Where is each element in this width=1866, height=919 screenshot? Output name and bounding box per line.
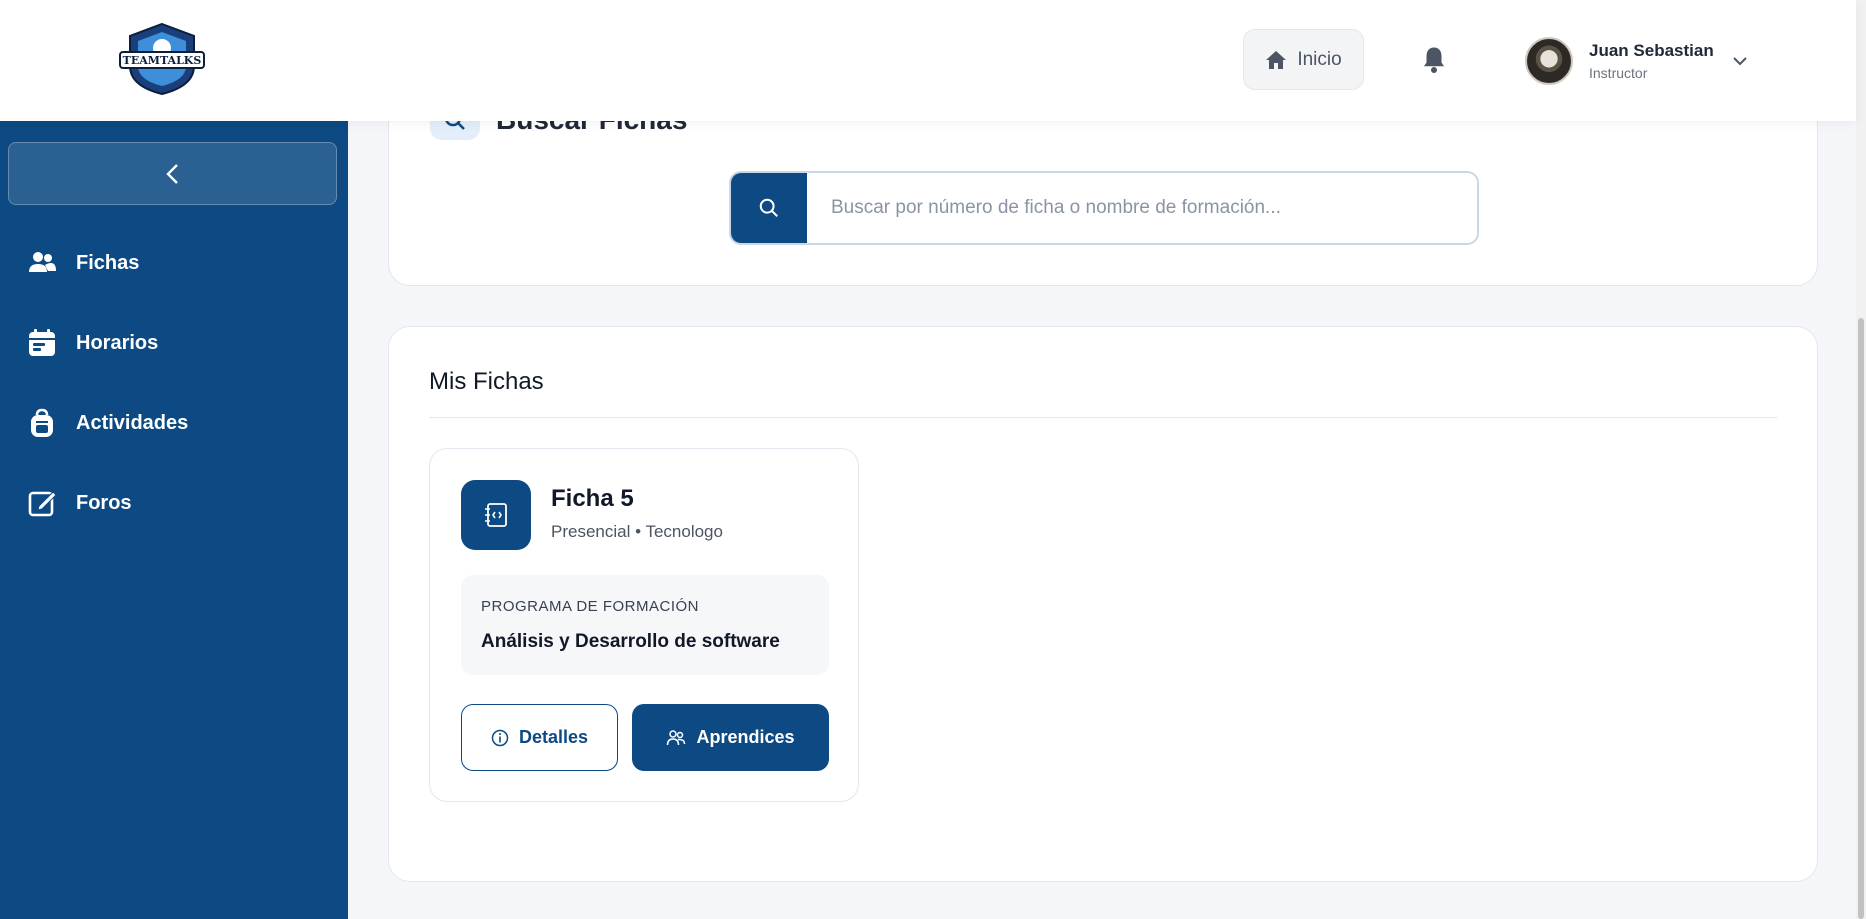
sidebar-item-horarios[interactable]: Horarios xyxy=(26,323,158,363)
svg-text:TEAMTALKS: TEAMTALKS xyxy=(123,54,202,67)
info-icon xyxy=(491,729,509,746)
home-button[interactable]: Inicio xyxy=(1243,29,1364,90)
sidebar-item-label: Fichas xyxy=(76,251,140,274)
search-box xyxy=(729,171,1479,245)
home-icon xyxy=(1266,50,1287,69)
chevron-left-icon xyxy=(165,163,178,184)
top-header: TEAMTALKS Inicio Juan Sebastian Instruct… xyxy=(0,0,1856,121)
bell-icon[interactable] xyxy=(1419,45,1449,75)
backpack-icon xyxy=(31,408,53,437)
user-role: Instructor xyxy=(1589,65,1648,81)
search-input[interactable] xyxy=(807,173,1477,243)
ficha-name: Ficha 5 xyxy=(551,485,634,512)
search-icon xyxy=(759,198,778,217)
avatar xyxy=(1525,37,1573,85)
program-name: Análisis y Desarrollo de software xyxy=(481,631,780,652)
user-menu[interactable]: Juan Sebastian Instructor xyxy=(1525,35,1750,87)
search-button[interactable] xyxy=(731,173,807,243)
calendar-icon xyxy=(29,329,55,356)
learners-label: Aprendices xyxy=(696,727,795,747)
home-label: Inicio xyxy=(1297,48,1342,70)
program-box: PROGRAMA DE FORMACIÓN Análisis y Desarro… xyxy=(461,575,829,675)
learners-button[interactable]: Aprendices xyxy=(632,704,829,771)
program-label: PROGRAMA DE FORMACIÓN xyxy=(481,598,700,615)
sidebar-item-actividades[interactable]: Actividades xyxy=(26,403,188,443)
section-title: Mis Fichas xyxy=(429,368,544,395)
chevron-down-icon xyxy=(1733,57,1747,66)
ficha-meta: Presencial • Tecnologo xyxy=(551,522,723,541)
users-icon xyxy=(29,252,56,272)
divider xyxy=(429,417,1777,418)
sidebar-collapse-button[interactable] xyxy=(8,142,337,205)
scrollbar-thumb[interactable] xyxy=(1858,318,1864,919)
sidebar-item-label: Actividades xyxy=(76,411,189,434)
sidebar-item-foros[interactable]: Foros xyxy=(26,483,132,523)
details-label: Detalles xyxy=(518,727,589,747)
code-notebook-icon xyxy=(485,503,507,527)
ficha-card: Ficha 5 Presencial • Tecnologo PROGRAMA … xyxy=(429,448,859,802)
details-button[interactable]: Detalles xyxy=(461,704,618,771)
sidebar-item-label: Foros xyxy=(76,491,132,514)
ficha-badge xyxy=(461,480,531,550)
teamtalks-logo[interactable]: TEAMTALKS xyxy=(118,22,206,96)
users-icon xyxy=(667,729,686,745)
edit-icon xyxy=(28,491,57,517)
user-name: Juan Sebastian xyxy=(1589,41,1714,60)
sidebar-item-label: Horarios xyxy=(76,331,159,354)
sidebar: Fichas Horarios Actividades Foros xyxy=(0,121,348,919)
sidebar-item-fichas[interactable]: Fichas xyxy=(26,243,139,283)
